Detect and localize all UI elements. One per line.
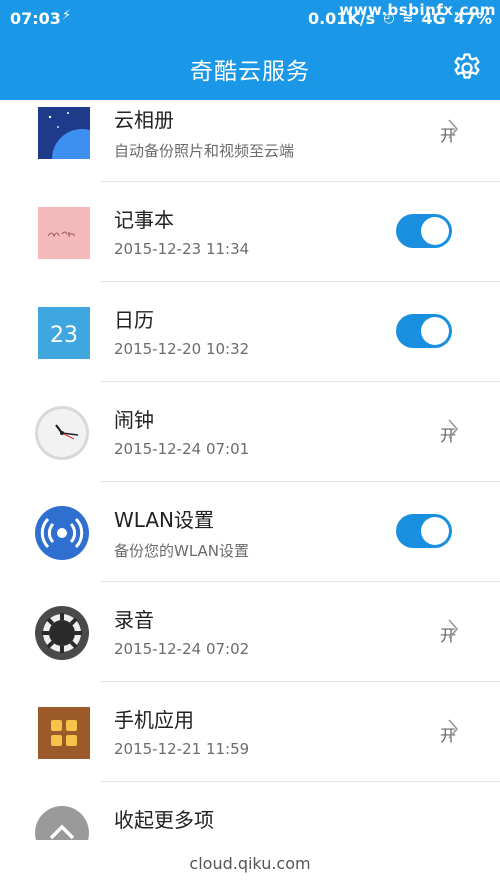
watermark: www.bsbinfx.com: [339, 1, 496, 19]
status-time: 07:03: [10, 9, 61, 28]
clock-icon: [35, 406, 90, 460]
gear-icon[interactable]: [450, 51, 484, 85]
item-subtitle: 2015-12-21 11:59: [114, 740, 250, 758]
item-name: 记事本: [114, 208, 174, 232]
usb-icon: ⚡: [62, 8, 72, 23]
chevron-right-icon: [448, 619, 459, 639]
list-item-recorder[interactable]: 录音 2015-12-24 07:02 开: [0, 582, 500, 682]
calendar-icon: 23: [38, 307, 90, 359]
notepad-icon: [38, 207, 90, 259]
collapse-more-button[interactable]: 收起更多项: [0, 782, 500, 840]
notepad-toggle[interactable]: [396, 214, 452, 248]
item-subtitle: 自动备份照片和视频至云端: [114, 142, 295, 160]
item-name: WLAN设置: [114, 508, 215, 532]
item-name: 录音: [114, 608, 154, 632]
apps-icon: [38, 707, 90, 759]
item-name: 收起更多项: [114, 808, 214, 832]
chevron-right-icon: [448, 119, 459, 139]
item-subtitle: 2015-12-24 07:01: [114, 440, 250, 458]
item-subtitle: 2015-12-20 10:32: [114, 340, 250, 358]
list-item-notepad[interactable]: 记事本 2015-12-23 11:34: [0, 182, 500, 282]
cloud-album-icon: [38, 107, 112, 189]
calendar-toggle[interactable]: [396, 314, 452, 348]
chevron-right-icon: [448, 719, 459, 739]
list-item-cloud-album[interactable]: 云相册 自动备份照片和视频至云端 开: [0, 100, 500, 189]
chevron-right-icon: [448, 419, 459, 439]
item-subtitle: 备份您的WLAN设置: [114, 542, 250, 560]
item-subtitle: 2015-12-24 07:02: [114, 640, 250, 658]
footer: cloud.qiku.com: [0, 840, 500, 889]
footer-url[interactable]: cloud.qiku.com: [0, 854, 500, 873]
item-name: 闹钟: [114, 408, 154, 432]
list-item-alarm[interactable]: 闹钟 2015-12-24 07:01 开: [0, 382, 500, 482]
collapse-icon: [35, 806, 90, 840]
item-subtitle: 2015-12-23 11:34: [114, 240, 250, 258]
recorder-icon: [35, 606, 90, 660]
toggle-knob: [421, 517, 449, 545]
list-item-calendar[interactable]: 23 日历 2015-12-20 10:32: [0, 282, 500, 382]
page-title: 奇酷云服务: [190, 59, 310, 85]
app-bar: 奇酷云服务: [0, 36, 500, 100]
list-item-wlan[interactable]: WLAN设置 备份您的WLAN设置: [0, 482, 500, 582]
service-list: 云相册 自动备份照片和视频至云端 开 记事本 2015-12-23 11:34 …: [0, 100, 500, 840]
wlan-icon: [35, 506, 90, 560]
wlan-toggle[interactable]: [396, 514, 452, 548]
list-item-apps[interactable]: 手机应用 2015-12-21 11:59 开: [0, 682, 500, 782]
item-name: 手机应用: [114, 708, 194, 732]
toggle-knob: [421, 317, 449, 345]
toggle-knob: [421, 217, 449, 245]
item-name: 云相册: [114, 108, 174, 132]
status-bar: 07:03 ⚡ 0.01K/s ◴ ≋ 4G 47% www.bsbinfx.c…: [0, 0, 500, 36]
item-name: 日历: [114, 308, 154, 332]
calendar-icon-date: 23: [50, 323, 78, 348]
